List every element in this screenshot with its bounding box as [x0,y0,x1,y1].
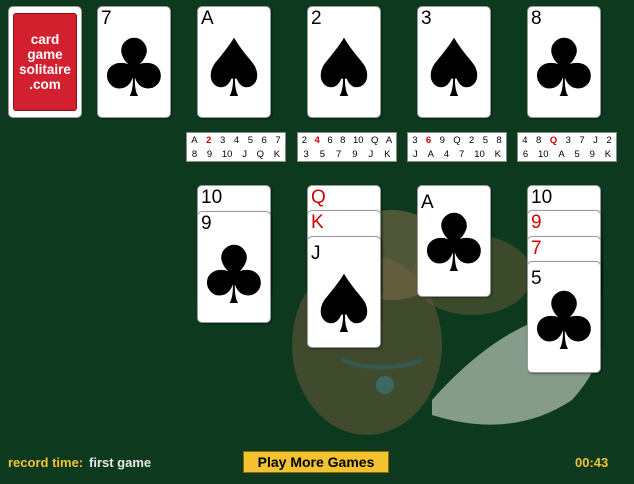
tableau-card[interactable]: A ♣ [417,185,491,297]
tracker-rank: 6 [425,135,432,146]
tracker-rank: 6 [327,135,333,146]
tracker-row: 2 4 6 8 10 Q A [298,135,396,146]
tracker-row: A234567 [187,135,285,146]
clubs-icon: ♣ [418,197,490,290]
tracker-rank: 8 [191,149,198,160]
tracker-row: 6 10 A 5 9 K [518,149,616,160]
card-rank: 10 [201,187,223,208]
spades-icon: ♠ [198,22,270,115]
card-rank: 10 [531,187,553,208]
tracker-rank: 7 [335,149,342,160]
sequence-tracker-4: 48Q37J2 6 10 A 5 9 K [517,132,617,162]
tracker-rank: K [604,149,612,160]
tracker-rank: 3 [412,135,418,146]
tracker-rank: 3 [565,135,571,146]
tracker-rank: 10 [352,135,364,146]
tracker-rank: 6 [261,135,267,146]
tracker-rank: 2 [606,135,612,146]
tableau-card[interactable]: 9 ♣ [197,211,271,323]
sequence-tracker-2: 2 4 6 8 10 Q A 3579JK [297,132,397,162]
tracker-rank: 8 [536,135,542,146]
tracker-rank: 7 [459,149,465,160]
tracker-rank: A [191,135,198,146]
foundation-pile-1[interactable]: A ♠ [197,6,271,118]
logo-text-line: solitaire [19,62,71,77]
tracker-rank: 5 [247,135,253,146]
logo-badge: card game solitaire .com [13,13,77,111]
game-timer: 00:43 [575,455,609,470]
clubs-icon: ♣ [528,275,600,368]
tracker-rank: 9 [206,149,213,160]
tracker-row: J A 4 7 10 K [408,149,506,160]
tracker-rank: J [593,135,598,146]
record-time-value: first game [89,455,152,470]
tracker-rank: 2 [301,135,308,146]
tracker-rank: A [558,149,565,160]
tracker-rank: 7 [275,135,281,146]
spades-icon: ♠ [418,22,490,115]
card-rank: 7 [531,238,542,259]
tracker-rank: 4 [314,135,320,146]
tracker-rank: 10 [537,149,549,160]
clubs-icon: ♣ [98,22,170,115]
card-rank: 9 [531,212,542,233]
spades-icon: ♠ [308,258,380,351]
tracker-rank: 3 [220,135,226,146]
tracker-rank: 4 [443,149,450,160]
sequence-tracker-3: 369Q258 J A 4 7 10 K [407,132,507,162]
record-time-label: record time: [8,455,84,470]
tracker-rank: 2 [206,135,212,146]
tracker-rank: 2 [469,135,475,146]
tracker-rank: 9 [352,149,358,160]
tracker-rank: 4 [233,135,240,146]
logo-text-line: game [27,47,63,62]
foundation-pile-2[interactable]: 2 ♠ [307,6,381,118]
tracker-rank: 4 [522,135,528,146]
tracker-rank: Q [256,149,265,160]
card-game-solitaire-logo[interactable]: card game solitaire .com [8,6,82,118]
spades-icon: ♠ [308,22,380,115]
card-rank: Q [311,187,326,208]
tracker-rank: J [368,149,374,160]
tracker-rank: 10 [474,149,485,160]
tracker-rank: 3 [303,149,309,160]
tracker-rank: 6 [522,149,529,160]
tracker-row: 369Q258 [408,135,506,146]
waste-card[interactable]: 7 ♣ [97,6,171,118]
tracker-row: 3579JK [298,149,396,160]
tracker-rank: K [273,149,281,160]
tracker-rank: A [427,149,434,160]
tracker-rank: Q [549,135,558,146]
tableau-card[interactable]: 5 ♣ [527,261,601,373]
tracker-rank: 8 [340,135,346,146]
tracker-rank: 8 [496,135,502,146]
tracker-rank: Q [371,135,379,146]
tracker-rank: 7 [579,135,585,146]
logo-text-line: .com [29,77,61,92]
tracker-rank: 5 [482,135,489,146]
tracker-rank: K [384,149,391,160]
tracker-rank: A [385,135,393,146]
tracker-rank: 9 [589,149,595,160]
tracker-rank: 9 [439,135,445,146]
tracker-rank: 5 [574,149,580,160]
card-rank: K [311,212,324,233]
tracker-rank: J [242,149,247,160]
clubs-icon: ♣ [528,22,600,115]
logo-text-line: card [30,32,60,47]
tracker-rank: K [494,149,501,160]
clubs-icon: ♣ [198,229,270,322]
tracker-rank: J [412,149,418,160]
tracker-rank: 5 [319,149,326,160]
tracker-row: 48Q37J2 [518,135,616,146]
tracker-rank: Q [453,135,461,146]
sequence-tracker-1: A234567 8 9 10 J Q K [186,132,286,162]
foundation-pile-4[interactable]: 8 ♣ [527,6,601,118]
tracker-rank: 10 [221,149,233,160]
play-more-games-button[interactable]: Play More Games [243,451,389,473]
tableau-card[interactable]: J ♠ [307,236,381,348]
foundation-pile-3[interactable]: 3 ♠ [417,6,491,118]
tracker-row: 8 9 10 J Q K [187,149,285,160]
